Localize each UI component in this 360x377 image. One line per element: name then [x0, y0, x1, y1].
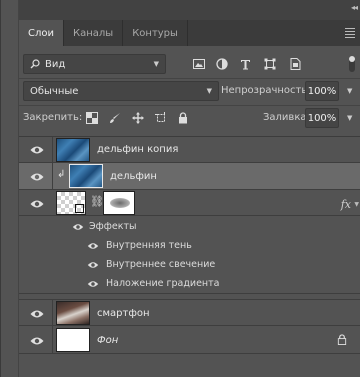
effect-row-inner-glow[interactable]: Внутреннее свечение	[19, 256, 360, 275]
fill-input[interactable]: 100%	[305, 108, 339, 128]
blend-mode-select[interactable]: Обычные ▼	[23, 81, 219, 101]
smart-object-badge-icon	[75, 204, 84, 213]
lock-label: Закрепить:	[23, 112, 83, 123]
layer-row-dolphin[interactable]: ↲ дельфин	[19, 163, 360, 190]
filter-kind-label: Вид	[45, 58, 66, 70]
eye-icon[interactable]	[29, 335, 45, 347]
eye-icon[interactable]	[86, 241, 100, 251]
lock-all-icon[interactable]	[176, 111, 190, 125]
layers-panel: ◂◂ Слои Каналы Контуры Вид ▼ Обычные ▼ Н…	[0, 0, 360, 377]
layer-thumbnail	[56, 328, 90, 352]
eye-icon[interactable]	[29, 144, 45, 156]
layer-thumbnail	[56, 301, 90, 325]
divider	[19, 105, 360, 106]
layers-list: дельфин копия ↲ дельфин ⛓ fx ▼ Эффекты В…	[19, 136, 360, 377]
effect-row-gradient-overlay[interactable]: Наложение градиента	[19, 275, 360, 294]
chain-link-icon[interactable]: ⛓	[90, 195, 104, 208]
opacity-input[interactable]: 100%	[305, 81, 339, 101]
image-filter-icon[interactable]	[191, 56, 207, 72]
lock-icon	[337, 334, 347, 345]
tab-layers[interactable]: Слои	[19, 20, 64, 46]
layer-name[interactable]: дельфин	[110, 171, 157, 182]
adjustment-filter-icon[interactable]	[214, 56, 230, 72]
effects-header-row[interactable]: Эффекты	[19, 218, 360, 237]
layer-name[interactable]: смартфон	[97, 308, 150, 319]
eye-icon[interactable]	[29, 171, 45, 183]
filter-row: Вид ▼	[19, 54, 360, 76]
layer-name[interactable]: Фон	[97, 335, 118, 346]
panel-left-strip	[1, 0, 19, 377]
opacity-label: Непрозрачность:	[221, 85, 311, 96]
tab-paths[interactable]: Контуры	[123, 20, 188, 46]
tab-channels[interactable]: Каналы	[64, 20, 124, 46]
effect-label: Внутренняя тень	[106, 240, 192, 251]
fill-dropdown-icon[interactable]: ▼	[347, 114, 352, 122]
filter-kind-select[interactable]: Вид ▼	[23, 54, 166, 74]
clipping-arrow-icon: ↲	[57, 169, 66, 180]
chevron-down-icon[interactable]: ▼	[354, 201, 359, 208]
effects-header-label: Эффекты	[89, 221, 137, 232]
effect-label: Внутреннее свечение	[106, 259, 216, 270]
layer-thumbnail	[69, 164, 103, 188]
layer-row-masked[interactable]: ⛓ fx ▼	[19, 190, 360, 216]
search-icon	[30, 59, 40, 69]
fx-icon[interactable]: fx	[341, 198, 351, 211]
layer-row-background[interactable]: Фон	[19, 326, 360, 354]
chevron-down-icon: ▼	[153, 60, 159, 68]
panel-title-bar[interactable]: ◂◂	[19, 0, 360, 20]
eye-icon[interactable]	[29, 308, 45, 320]
divider	[19, 78, 360, 79]
eye-icon[interactable]	[71, 222, 85, 232]
eye-icon[interactable]	[86, 279, 100, 289]
chevron-down-icon: ▼	[206, 87, 212, 95]
filter-toggle[interactable]	[349, 56, 355, 72]
layer-thumbnail	[56, 138, 90, 162]
blend-row: Обычные ▼ Непрозрачность: 100% ▼	[19, 81, 360, 103]
shape-filter-icon[interactable]	[262, 56, 278, 72]
smart-object-filter-icon[interactable]	[287, 56, 303, 72]
type-filter-icon[interactable]	[237, 56, 253, 72]
lock-position-icon[interactable]	[131, 111, 145, 125]
layer-thumbnail	[56, 191, 86, 215]
layer-name[interactable]: дельфин копия	[97, 144, 178, 155]
panel-menu-icon[interactable]	[345, 28, 355, 40]
lock-artboard-icon[interactable]	[154, 111, 168, 125]
panel-tabs: Слои Каналы Контуры	[19, 20, 360, 46]
lock-image-pixels-icon[interactable]	[108, 111, 122, 125]
eye-icon[interactable]	[86, 260, 100, 270]
effect-label: Наложение градиента	[106, 278, 220, 289]
collapse-icon[interactable]: ◂◂	[351, 3, 358, 12]
blend-mode-value: Обычные	[30, 85, 79, 97]
layer-row-dolphin-copy[interactable]: дельфин копия	[19, 137, 360, 163]
fill-label: Заливка:	[263, 112, 310, 123]
eye-icon[interactable]	[29, 198, 45, 210]
effect-row-inner-shadow[interactable]: Внутренняя тень	[19, 237, 360, 256]
panel-main: ◂◂ Слои Каналы Контуры Вид ▼ Обычные ▼ Н…	[19, 0, 360, 377]
layer-row-smartphone[interactable]: смартфон	[19, 299, 360, 326]
lock-row: Закрепить: Заливка: 100% ▼	[19, 108, 360, 130]
lock-transparent-pixels-icon[interactable]	[85, 111, 99, 125]
layer-mask-thumbnail[interactable]	[103, 191, 135, 215]
opacity-dropdown-icon[interactable]: ▼	[347, 87, 352, 95]
